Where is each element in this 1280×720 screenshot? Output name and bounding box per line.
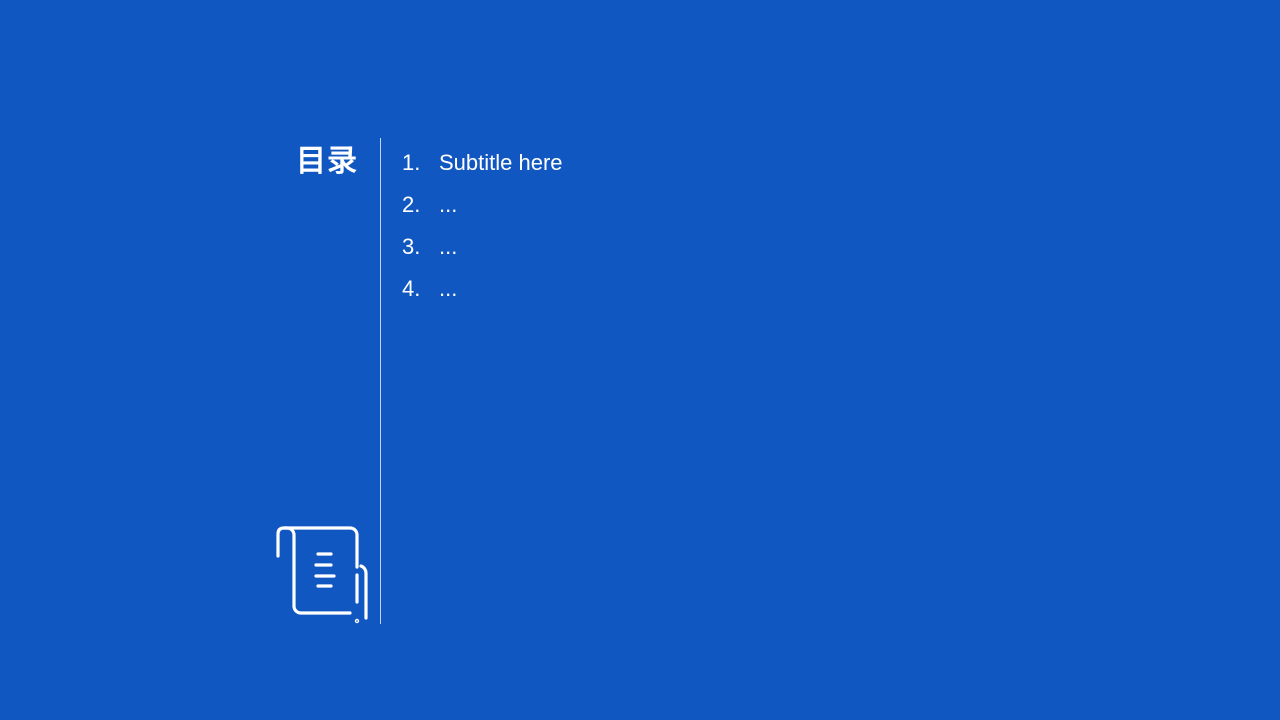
toc-item-number: 2.	[402, 192, 421, 217]
toc-item-number: 1.	[402, 150, 421, 175]
scroll-document-icon	[270, 522, 374, 626]
toc-item-number: 4.	[402, 276, 421, 301]
toc-item-2: 2. ...	[402, 184, 563, 226]
toc-item-text: ...	[439, 276, 458, 301]
toc-list: 1. Subtitle here 2. ... 3. ... 4. ...	[402, 142, 563, 310]
toc-item-number: 3.	[402, 234, 421, 259]
toc-item-4: 4. ...	[402, 268, 563, 310]
toc-title: 目录	[296, 144, 358, 179]
toc-item-text: ...	[439, 234, 458, 259]
toc-item-text: ...	[439, 192, 458, 217]
toc-item-1: 1. Subtitle here	[402, 142, 563, 184]
vertical-divider	[380, 138, 381, 624]
toc-item-3: 3. ...	[402, 226, 563, 268]
slide: 目录 1. Subtitle here 2. ... 3. ... 4. ...	[0, 0, 1280, 720]
toc-item-text: Subtitle here	[439, 150, 563, 175]
